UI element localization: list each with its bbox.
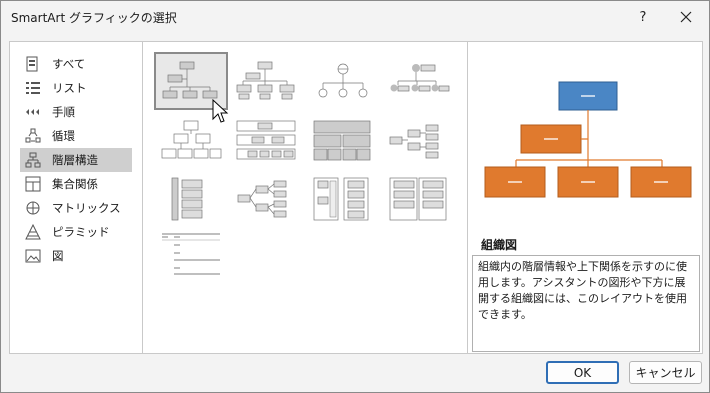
- all-icon: [24, 55, 42, 73]
- cycle-icon: [24, 127, 42, 145]
- smartart-dialog: SmartArt グラフィックの選択 ? すべて リスト 手順 循環 階層構造 …: [0, 0, 710, 393]
- list-icon: [24, 79, 42, 97]
- org-chart-preview: [484, 81, 692, 198]
- layout-name-title-org-chart[interactable]: [232, 54, 302, 108]
- category-cycle[interactable]: 循環: [20, 124, 132, 148]
- layout-circle-picture-hierarchy[interactable]: [308, 54, 378, 108]
- category-label: ピラミッド: [52, 225, 110, 239]
- preview-pane: 組織図 組織内の階層情報や上下関係を示すのに使用します。アシスタントの図形や下方…: [469, 42, 702, 353]
- horizontal-hierarchy-thumbnail-icon: [237, 180, 287, 218]
- mouse-cursor-icon: [212, 99, 229, 123]
- category-label: マトリックス: [52, 201, 121, 215]
- org-chart-thumbnail-icon: [162, 61, 218, 99]
- hierarchy-icon: [24, 151, 42, 169]
- help-button[interactable]: ?: [621, 1, 665, 33]
- layout-text-list-hierarchy[interactable]: [156, 226, 226, 280]
- ok-button[interactable]: OK: [546, 361, 619, 384]
- circle-hierarchy-thumbnail-icon: [318, 63, 368, 98]
- relationship-icon: [24, 175, 42, 193]
- architecture-thumbnail-icon: [313, 177, 369, 221]
- layout-hierarchy-list[interactable]: [156, 172, 226, 226]
- pyramid-icon: [24, 223, 42, 241]
- close-button[interactable]: [664, 1, 708, 33]
- category-label: 階層構造: [52, 153, 98, 167]
- category-label: 手順: [52, 105, 75, 119]
- matrix-icon: [24, 199, 42, 217]
- layout-horizontal-hierarchy[interactable]: [232, 172, 302, 226]
- content-area: すべて リスト 手順 循環 階層構造 集合関係 マトリックス ピラミッド 図 組…: [9, 41, 703, 354]
- description-title: 組織図: [481, 238, 518, 252]
- layout-horizontal-org-chart[interactable]: [384, 114, 454, 168]
- category-relationship[interactable]: 集合関係: [20, 172, 132, 196]
- layout-team-hierarchy[interactable]: [384, 172, 454, 226]
- category-matrix[interactable]: マトリックス: [20, 196, 132, 220]
- category-hierarchy[interactable]: 階層構造: [20, 148, 132, 172]
- picture-hierarchy-thumbnail-icon: [390, 64, 450, 92]
- team-hierarchy-thumbnail-icon: [389, 177, 447, 221]
- process-icon: [24, 103, 42, 121]
- category-label: 図: [52, 249, 64, 263]
- labeled-hierarchy-thumbnail-icon: [236, 120, 296, 160]
- layout-architecture-layout[interactable]: [308, 172, 378, 226]
- layout-labeled-hierarchy[interactable]: [232, 114, 302, 168]
- category-all[interactable]: すべて: [20, 52, 132, 76]
- layout-hierarchy-picture[interactable]: [384, 54, 454, 108]
- title-bar: SmartArt グラフィックの選択 ?: [1, 1, 709, 33]
- name-title-org-chart-thumbnail-icon: [236, 61, 295, 100]
- category-label: 循環: [52, 129, 75, 143]
- category-pyramid[interactable]: ピラミッド: [20, 220, 132, 244]
- category-list: すべて リスト 手順 循環 階層構造 集合関係 マトリックス ピラミッド 図: [10, 42, 143, 353]
- category-picture[interactable]: 図: [20, 244, 132, 268]
- cancel-button[interactable]: キャンセル: [629, 361, 702, 384]
- layout-gallery: [144, 42, 468, 353]
- description-text: 組織内の階層情報や上下関係を示すのに使用します。アシスタントの図形や下方に展開す…: [472, 255, 700, 352]
- category-label: すべて: [52, 57, 86, 71]
- layout-table-hierarchy[interactable]: [308, 114, 378, 168]
- close-icon: [680, 11, 692, 23]
- text-hierarchy-thumbnail-icon: [162, 233, 220, 275]
- category-label: リスト: [52, 81, 87, 95]
- horizontal-org-chart-thumbnail-icon: [389, 124, 439, 159]
- category-label: 集合関係: [52, 177, 98, 191]
- hierarchy-thumbnail-icon: [161, 120, 222, 159]
- category-process[interactable]: 手順: [20, 100, 132, 124]
- table-hierarchy-thumbnail-icon: [313, 120, 371, 161]
- category-list-item[interactable]: リスト: [20, 76, 132, 100]
- picture-icon: [24, 247, 42, 265]
- hierarchy-list-thumbnail-icon: [171, 177, 203, 221]
- dialog-title: SmartArt グラフィックの選択: [11, 11, 177, 25]
